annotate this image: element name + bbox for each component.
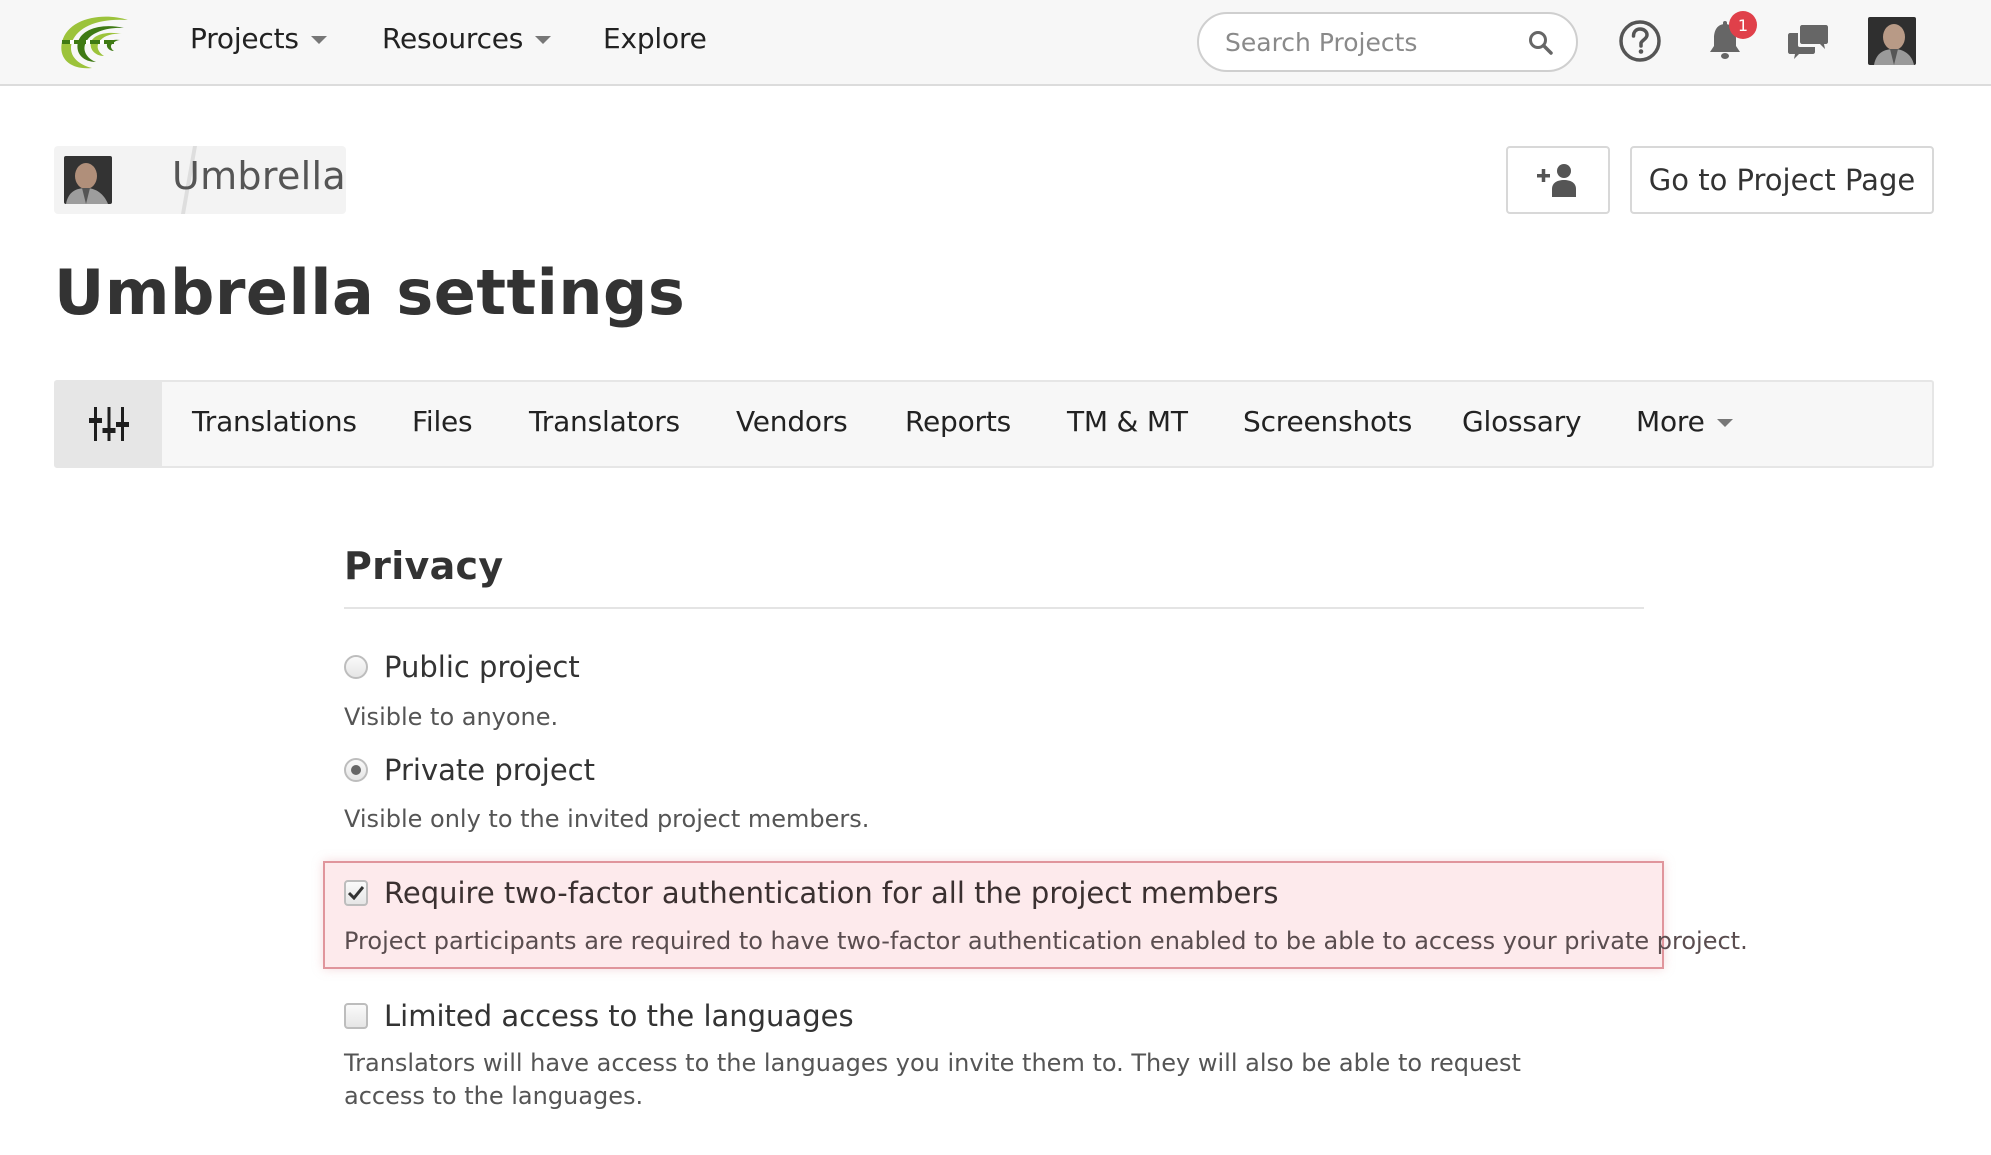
public-project-label: Public project [384, 650, 580, 684]
limited-access-label: Limited access to the languages [384, 999, 854, 1033]
public-project-description: Visible to anyone. [344, 703, 559, 731]
tab-glossary[interactable]: Glossary [1462, 405, 1582, 438]
avatar-photo-icon [1868, 17, 1916, 65]
nav-projects-label: Projects [190, 22, 299, 55]
caret-down-icon [310, 35, 327, 44]
nav-resources-label: Resources [382, 22, 524, 55]
checkmark-icon [348, 886, 364, 900]
two-factor-label: Require two-factor authentication for al… [384, 876, 1279, 910]
private-project-description: Visible only to the invited project memb… [344, 805, 870, 833]
messages-icon[interactable] [1785, 18, 1831, 64]
tab-screenshots[interactable]: Screenshots [1243, 405, 1412, 438]
nav-projects[interactable]: Projects [190, 22, 327, 55]
tab-more[interactable]: More [1636, 405, 1733, 438]
tab-more-label: More [1636, 405, 1705, 438]
help-icon[interactable] [1617, 18, 1663, 64]
search-input[interactable] [1225, 22, 1515, 62]
page-title: Umbrella settings [54, 256, 686, 329]
limited-access-checkbox-option[interactable]: Limited access to the languages [344, 999, 854, 1033]
caret-down-icon [1716, 418, 1733, 427]
sliders-icon [89, 407, 129, 441]
public-project-radio[interactable] [344, 655, 368, 679]
user-plus-icon [1537, 164, 1576, 197]
tab-translators[interactable]: Translators [529, 405, 680, 438]
project-owner-avatar[interactable] [64, 156, 112, 204]
tab-vendors[interactable]: Vendors [736, 405, 848, 438]
avatar-photo-icon [64, 156, 112, 204]
caret-down-icon [535, 35, 552, 44]
tab-settings[interactable] [56, 382, 162, 466]
section-divider [344, 607, 1644, 609]
two-factor-checkbox[interactable] [344, 880, 368, 906]
tab-translations[interactable]: Translations [192, 405, 357, 438]
nav-explore-label: Explore [603, 22, 707, 55]
nav-explore[interactable]: Explore [603, 22, 707, 55]
search-box [1197, 12, 1578, 72]
invite-member-button[interactable] [1506, 146, 1610, 214]
private-project-label: Private project [384, 753, 595, 787]
private-project-radio[interactable] [344, 758, 368, 782]
tab-files[interactable]: Files [412, 405, 473, 438]
privacy-section-title: Privacy [344, 544, 504, 588]
breadcrumb-project-name[interactable]: Umbrella [172, 154, 346, 198]
top-navigation-bar: Projects Resources Explore 1 [0, 0, 1991, 86]
private-project-radio-option[interactable]: Private project [344, 753, 595, 787]
public-project-radio-option[interactable]: Public project [344, 650, 580, 684]
limited-access-description: Translators will have access to the lang… [344, 1049, 1521, 1110]
two-factor-checkbox-option[interactable]: Require two-factor authentication for al… [344, 876, 1278, 910]
user-avatar[interactable] [1868, 17, 1916, 65]
go-to-project-page-button[interactable]: Go to Project Page [1630, 146, 1934, 214]
logo-icon [61, 16, 128, 69]
two-factor-description: Project participants are required to hav… [344, 927, 1748, 955]
breadcrumb: Umbrella [54, 146, 346, 214]
tab-reports[interactable]: Reports [905, 405, 1011, 438]
limited-access-checkbox[interactable] [344, 1003, 368, 1029]
crowdin-logo[interactable] [58, 14, 134, 70]
tab-tm-mt[interactable]: TM & MT [1067, 405, 1188, 438]
project-tabs: Translations Files Translators Vendors R… [54, 380, 1934, 468]
nav-resources[interactable]: Resources [382, 22, 552, 55]
search-icon[interactable] [1528, 30, 1554, 56]
notification-count-badge: 1 [1729, 11, 1757, 39]
